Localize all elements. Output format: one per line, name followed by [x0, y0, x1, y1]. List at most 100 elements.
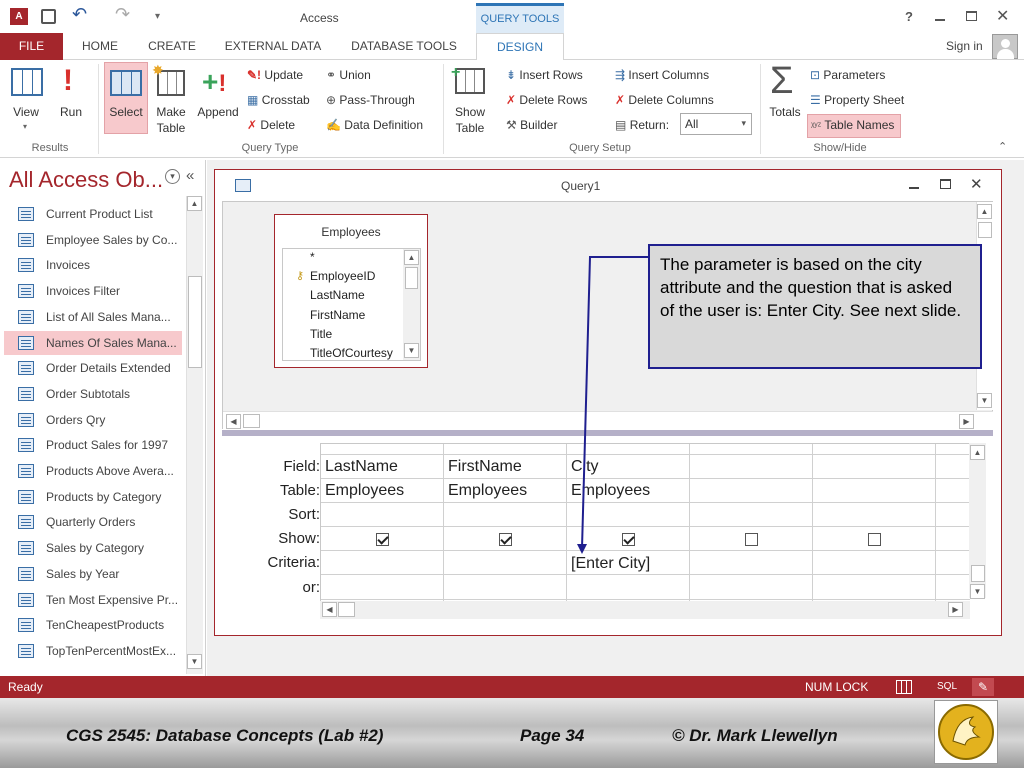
field-list-item[interactable]: *	[310, 250, 315, 264]
pane-scroll-down-icon[interactable]: ▼	[977, 393, 992, 408]
show-checkbox[interactable]	[498, 533, 512, 546]
employees-field-list[interactable]: Employees * ⚷ EmployeeID LastName FirstName T…	[274, 214, 428, 368]
nav-list-item[interactable]: Current Product List	[4, 202, 182, 226]
nav-list-item[interactable]: List of All Sales Mana...	[4, 305, 182, 329]
nav-list-item[interactable]: Orders Qry	[4, 408, 182, 432]
nav-list-item[interactable]: Products by Category	[4, 485, 182, 509]
pane-scroll-up-icon[interactable]: ▲	[977, 204, 992, 219]
update-button[interactable]: ✎! Update	[247, 67, 303, 83]
tab-database-tools[interactable]: DATABASE TOOLS	[344, 33, 464, 60]
show-checkbox[interactable]	[621, 533, 635, 546]
tab-external-data[interactable]: EXTERNAL DATA	[216, 33, 330, 60]
query-close-button[interactable]: ✕	[970, 175, 983, 193]
make-table-button[interactable]: Make Table	[150, 104, 192, 136]
parameters-button[interactable]: ⊡ Parameters	[810, 67, 885, 83]
datasheet-view-status-icon[interactable]	[896, 680, 912, 694]
show-checkbox[interactable]	[375, 533, 389, 546]
pane-hscroll-thumb[interactable]	[243, 414, 260, 428]
nav-list-item[interactable]: Quarterly Orders	[4, 510, 182, 534]
show-checkbox[interactable]	[744, 533, 758, 546]
tab-design[interactable]: DESIGN	[476, 33, 564, 61]
field-cell[interactable]: LastName	[325, 458, 398, 476]
pass-through-button[interactable]: ⊕ Pass-Through	[326, 92, 415, 108]
grid-vscroll-thumb[interactable]	[971, 565, 985, 582]
redo-icon[interactable]: ↷	[115, 4, 130, 25]
return-select[interactable]: All ▾	[680, 113, 752, 135]
field-list-item[interactable]: ⚷ EmployeeID	[296, 269, 375, 283]
sql-view-button[interactable]: SQL	[937, 676, 957, 698]
grid-column[interactable]: City Employees [Enter City]	[567, 444, 690, 603]
grid-vscroll[interactable]: ▲ ▼	[969, 443, 986, 599]
select-button[interactable]: Select	[104, 104, 148, 120]
pane-scroll-left-icon[interactable]: ◀	[226, 414, 241, 429]
pane-vscroll-thumb[interactable]	[978, 222, 992, 238]
nav-list-item[interactable]: Sales by Category	[4, 536, 182, 560]
grid-column[interactable]: LastName Employees	[321, 444, 444, 603]
grid-hscroll[interactable]: ◀ ▶	[320, 601, 970, 619]
crosstab-button[interactable]: ▦ Crosstab	[247, 92, 310, 108]
grid-column[interactable]	[690, 444, 813, 603]
minimize-button[interactable]	[935, 19, 945, 21]
query-maximize-button[interactable]	[940, 179, 951, 189]
view-button[interactable]: View	[8, 104, 44, 120]
show-table-button[interactable]: Show Table	[448, 104, 492, 136]
nav-pane-title[interactable]: All Access Ob...	[9, 167, 163, 193]
insert-rows-button[interactable]: ⇟ Insert Rows	[506, 67, 583, 83]
field-list-scrollbar[interactable]: ▲ ▼	[403, 249, 420, 360]
sign-in-link[interactable]: Sign in	[946, 39, 983, 53]
table-pane-hscroll[interactable]: ◀ ▶	[223, 411, 993, 429]
grid-column[interactable]: FirstName Employees	[444, 444, 567, 603]
collapse-ribbon-icon[interactable]: ⌃	[998, 140, 1007, 153]
run-button[interactable]: Run	[55, 104, 87, 120]
data-definition-button[interactable]: ✍ Data Definition	[326, 117, 423, 133]
avatar[interactable]	[992, 34, 1018, 59]
field-cell[interactable]: City	[571, 458, 599, 476]
table-cell[interactable]: Employees	[325, 482, 404, 500]
nav-list-item[interactable]: Product Sales for 1997	[4, 433, 182, 457]
nav-list-item[interactable]: TenCheapestProducts	[4, 613, 182, 637]
pane-scroll-right-icon[interactable]: ▶	[959, 414, 974, 429]
nav-list-item[interactable]: TopTenPercentMostEx...	[4, 639, 182, 663]
nav-list-item[interactable]: Employee Sales by Co...	[4, 228, 182, 252]
grid-hscroll-thumb[interactable]	[338, 602, 355, 617]
criteria-cell[interactable]: [Enter City]	[571, 555, 650, 573]
field-scroll-down-icon[interactable]: ▼	[404, 343, 419, 358]
delete-query-button[interactable]: ✗ Delete	[247, 117, 295, 133]
builder-button[interactable]: ⚒ Builder	[506, 117, 557, 133]
maximize-button[interactable]	[966, 11, 977, 21]
nav-menu-chevron-icon[interactable]: ▾	[165, 169, 180, 184]
qat-customize-icon[interactable]: ▾	[155, 11, 160, 22]
shutter-bar-close-icon[interactable]: «	[186, 167, 194, 184]
nav-list-item[interactable]: Order Details Extended	[4, 356, 182, 380]
design-view-status-icon[interactable]: ✎	[972, 678, 994, 696]
nav-scroll-up-icon[interactable]: ▲	[187, 196, 202, 211]
grid-scroll-left-icon[interactable]: ◀	[322, 602, 337, 617]
show-checkbox[interactable]	[867, 533, 881, 546]
pane-splitter[interactable]	[222, 430, 993, 436]
undo-icon[interactable]: ↶	[72, 4, 87, 25]
nav-list-item[interactable]: Invoices Filter	[4, 279, 182, 303]
delete-columns-button[interactable]: ✗ Delete Columns	[615, 92, 714, 108]
nav-list-item[interactable]: Order Subtotals	[4, 382, 182, 406]
save-icon[interactable]	[41, 9, 56, 24]
grid-scroll-up-icon[interactable]: ▲	[970, 445, 985, 460]
property-sheet-button[interactable]: ☰ Property Sheet	[810, 92, 904, 108]
nav-list-item[interactable]: Names Of Sales Mana...	[4, 330, 182, 355]
table-cell[interactable]: Employees	[448, 482, 527, 500]
nav-list-item[interactable]: Products Above Avera...	[4, 459, 182, 483]
nav-scroll-thumb[interactable]	[188, 276, 202, 368]
union-button[interactable]: ⚭ Union	[326, 67, 371, 83]
totals-button[interactable]: Totals	[764, 104, 806, 120]
field-list-item[interactable]: TitleOfCourtesy	[310, 346, 393, 360]
nav-scrollbar[interactable]: ▲ ▼	[186, 196, 203, 674]
field-list-item[interactable]: Title	[310, 327, 332, 341]
nav-list-item[interactable]: Invoices	[4, 253, 182, 277]
view-dropdown-icon[interactable]: ▾	[23, 122, 27, 131]
nav-list-item[interactable]: Sales by Year	[4, 562, 182, 586]
table-names-button[interactable]: ᵡʸᶻ Table Names	[807, 114, 902, 138]
field-cell[interactable]: FirstName	[448, 458, 522, 476]
table-cell[interactable]: Employees	[571, 482, 650, 500]
append-button[interactable]: Append	[194, 104, 242, 120]
grid-scroll-right-icon[interactable]: ▶	[948, 602, 963, 617]
help-button[interactable]: ?	[905, 9, 913, 24]
